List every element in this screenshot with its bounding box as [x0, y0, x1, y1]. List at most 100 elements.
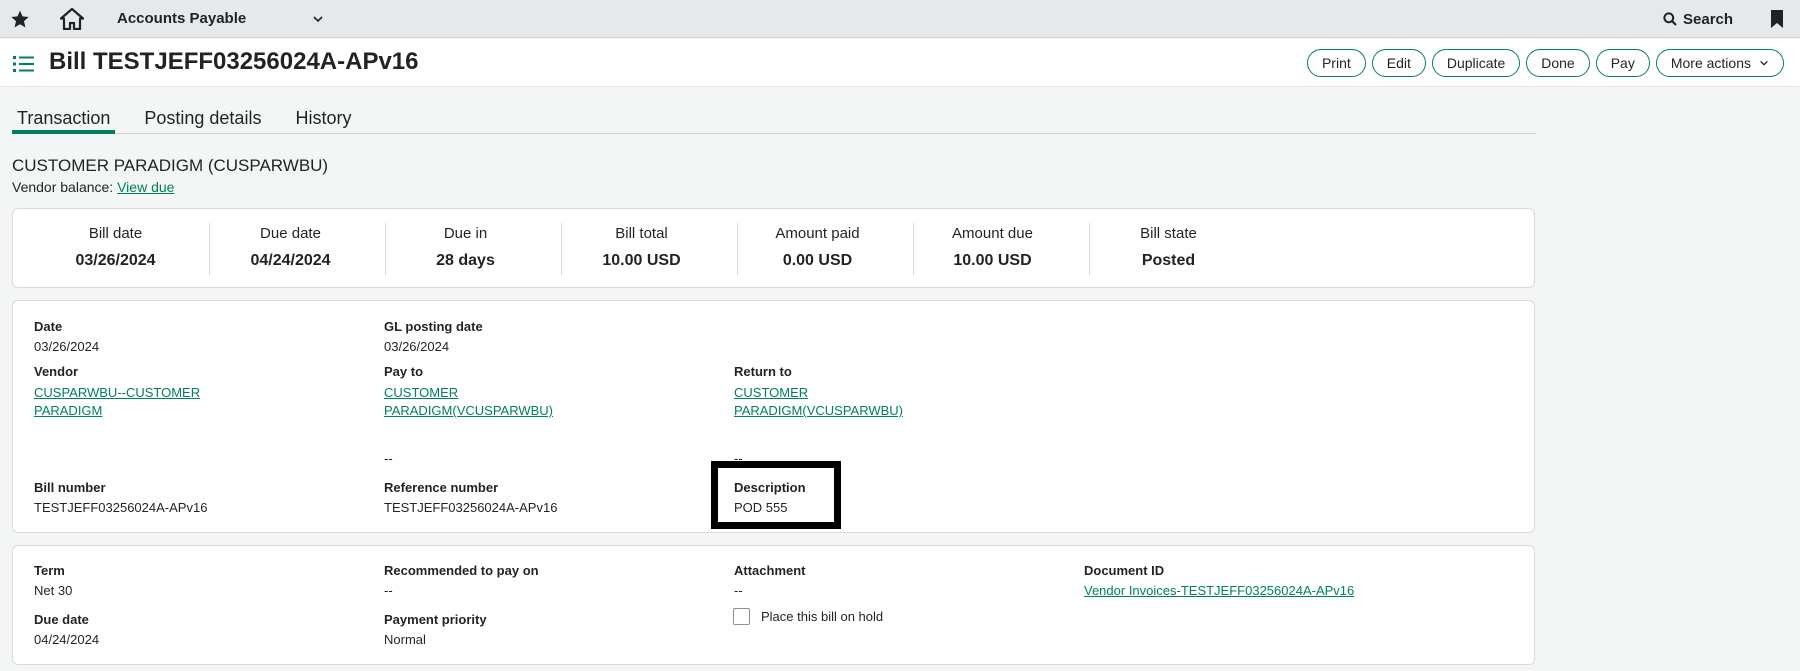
- star-icon[interactable]: [10, 9, 30, 29]
- summary-value: 0.00 USD: [782, 252, 853, 269]
- field-label: Pay to: [384, 364, 424, 379]
- field-value: --: [734, 583, 743, 598]
- summary-value: 28 days: [436, 252, 495, 269]
- vendor-balance: Vendor balance: View due: [12, 179, 174, 195]
- summary-label: Bill state: [1140, 225, 1197, 242]
- search-icon: [1663, 12, 1677, 26]
- pay-to-link-line[interactable]: CUSTOMER: [384, 385, 458, 400]
- search-label: Search: [1683, 10, 1734, 28]
- summary-label: Amount paid: [775, 225, 860, 242]
- chevron-down-icon: [1760, 60, 1768, 66]
- hold-checkbox[interactable]: [733, 608, 750, 625]
- module-selector[interactable]: Accounts Payable: [117, 10, 246, 27]
- pay-to-link-line[interactable]: PARADIGM(VCUSPARWBU): [384, 403, 553, 418]
- field-label: Date: [34, 319, 63, 334]
- payment-priority-field: Payment priority Normal: [384, 612, 487, 647]
- reference-number-field: Reference number TESTJEFF03256024A-APv16: [384, 480, 557, 515]
- field-label: Term: [34, 563, 65, 578]
- field-label: Due date: [34, 612, 89, 627]
- bill-number-field: Bill number TESTJEFF03256024A-APv16: [34, 480, 207, 515]
- document-id-field: Document ID Vendor Invoices-TESTJEFF0325…: [1084, 563, 1354, 598]
- field-value: --: [384, 583, 393, 598]
- edit-button[interactable]: Edit: [1371, 49, 1426, 77]
- pay-button[interactable]: Pay: [1595, 49, 1650, 77]
- gl-posting-date-field: GL posting date 03/26/2024: [384, 319, 483, 354]
- search-button[interactable]: Search: [1663, 8, 1733, 30]
- description-highlight-box: [711, 461, 841, 529]
- summary-label: Bill date: [88, 225, 143, 242]
- date-field: Date 03/26/2024: [34, 319, 99, 354]
- field-value: TESTJEFF03256024A-APv16: [34, 500, 208, 515]
- field-label: Reference number: [384, 480, 499, 495]
- field-value: 04/24/2024: [34, 632, 100, 647]
- summary-value: 10.00 USD: [602, 252, 681, 269]
- bill-summary: Bill date 03/26/2024 Due date 04/24/2024…: [12, 208, 1535, 288]
- term-field: Term Net 30: [34, 563, 72, 598]
- field-label: Payment priority: [384, 612, 487, 627]
- done-button[interactable]: Done: [1526, 49, 1590, 77]
- summary-due-in: Due in 28 days: [378, 225, 553, 277]
- bookmark-icon[interactable]: [1769, 9, 1785, 29]
- home-icon[interactable]: [60, 8, 84, 30]
- list-icon[interactable]: [13, 55, 34, 73]
- summary-amount-paid: Amount paid 0.00 USD: [730, 225, 905, 277]
- field-label: Return to: [734, 364, 792, 379]
- summary-value: 10.00 USD: [953, 252, 1032, 269]
- hold-checkbox-row: Place this bill on hold: [733, 608, 883, 625]
- field-value: 03/26/2024: [34, 339, 100, 354]
- summary-label: Bill total: [615, 225, 668, 242]
- tab-posting-details[interactable]: Posting details: [139, 100, 266, 134]
- page-title: Bill TESTJEFF03256024A-APv16: [49, 48, 419, 75]
- vendor-heading: CUSTOMER PARADIGM (CUSPARWBU): [12, 156, 329, 175]
- return-to-field: Return to CUSTOMER PARADIGM(VCUSPARWBU): [734, 364, 903, 420]
- summary-value: 03/26/2024: [75, 252, 156, 269]
- summary-label: Amount due: [952, 225, 1033, 242]
- bill-details-card: Date 03/26/2024 GL posting date 03/26/20…: [12, 300, 1535, 533]
- hold-checkbox-label[interactable]: Place this bill on hold: [761, 609, 883, 624]
- field-value: Net 30: [34, 583, 73, 598]
- pay-to-field: Pay to CUSTOMER PARADIGM(VCUSPARWBU): [384, 364, 553, 420]
- top-bar: Accounts Payable Search: [0, 0, 1800, 38]
- pay-to-contact-value: --: [384, 451, 393, 466]
- summary-due-date: Due date 04/24/2024: [203, 225, 378, 277]
- vendor-field: Vendor CUSPARWBU--CUSTOMER PARADIGM: [34, 364, 200, 420]
- tab-history[interactable]: History: [290, 100, 356, 134]
- summary-label: Due in: [443, 225, 488, 242]
- field-label: Vendor: [34, 364, 79, 379]
- tab-transaction[interactable]: Transaction: [12, 100, 116, 134]
- return-to-link-line[interactable]: CUSTOMER: [734, 385, 808, 400]
- summary-bill-total: Bill total 10.00 USD: [554, 225, 729, 277]
- field-label: Recommended to pay on: [384, 563, 539, 578]
- return-to-link[interactable]: CUSTOMER PARADIGM(VCUSPARWBU): [734, 384, 903, 420]
- document-id-value: Vendor Invoices-TESTJEFF03256024A-APv16: [1084, 583, 1354, 598]
- view-due-link[interactable]: View due: [117, 179, 174, 195]
- field-label: Attachment: [734, 563, 806, 578]
- field-label: Document ID: [1084, 563, 1165, 578]
- duplicate-button[interactable]: Duplicate: [1431, 49, 1521, 77]
- vendor-link[interactable]: CUSPARWBU--CUSTOMER PARADIGM: [34, 384, 200, 420]
- recommended-pay-field: Recommended to pay on --: [384, 563, 539, 598]
- summary-bill-date: Bill date 03/26/2024: [28, 225, 203, 277]
- page-header: Bill TESTJEFF03256024A-APv16 Print Edit …: [0, 39, 1800, 87]
- summary-value: Posted: [1141, 252, 1196, 269]
- document-id-link[interactable]: Vendor Invoices-TESTJEFF03256024A-APv16: [1084, 583, 1354, 598]
- vendor-link-line[interactable]: PARADIGM: [34, 403, 102, 418]
- summary-amount-due: Amount due 10.00 USD: [905, 225, 1080, 277]
- field-value: 03/26/2024: [384, 339, 450, 354]
- field-label: GL posting date: [384, 319, 483, 334]
- action-bar: Print Edit Duplicate Done Pay More actio…: [1306, 49, 1784, 77]
- more-actions-button[interactable]: More actions: [1655, 49, 1784, 77]
- field-value: Normal: [384, 632, 426, 647]
- summary-bill-state: Bill state Posted: [1081, 225, 1256, 277]
- vendor-balance-label: Vendor balance:: [12, 179, 114, 195]
- print-button[interactable]: Print: [1306, 49, 1366, 77]
- return-to-link-line[interactable]: PARADIGM(VCUSPARWBU): [734, 403, 903, 418]
- pay-to-link[interactable]: CUSTOMER PARADIGM(VCUSPARWBU): [384, 384, 553, 420]
- due-date-field: Due date 04/24/2024: [34, 612, 99, 647]
- chevron-down-icon[interactable]: [312, 13, 324, 25]
- summary-value: 04/24/2024: [250, 252, 331, 269]
- field-label: Bill number: [34, 480, 106, 495]
- terms-card: Term Net 30 Recommended to pay on -- Att…: [12, 545, 1535, 665]
- more-actions-label: More actions: [1670, 55, 1751, 71]
- vendor-link-line[interactable]: CUSPARWBU--CUSTOMER: [34, 385, 200, 400]
